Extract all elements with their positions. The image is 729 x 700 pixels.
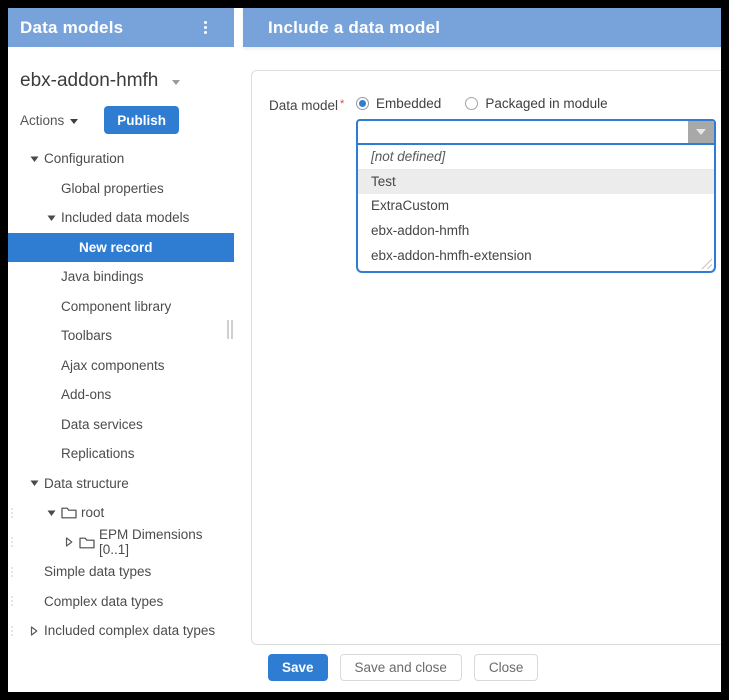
tree-item-label: Replications [61, 446, 135, 461]
dropdown-option-ebx-addon-hmfh-extension[interactable]: ebx-addon-hmfh-extension [358, 244, 714, 269]
folder-icon [79, 536, 99, 549]
tree-item-label: Configuration [44, 151, 124, 166]
data-models-panel: Data models ebx-addon-hmfh Actions Publi… [8, 8, 234, 692]
field-label-text: Data model [269, 98, 338, 113]
drag-handle-icon [11, 567, 13, 577]
actions-label: Actions [20, 113, 64, 128]
triangle-down-icon [696, 129, 706, 135]
tree-item-toolbars[interactable]: Toolbars [8, 321, 234, 351]
actions-menu-button[interactable]: Actions [20, 113, 78, 128]
tree-item-label: Data services [61, 417, 143, 432]
tree-item-java-bindings[interactable]: Java bindings [8, 262, 234, 292]
radio-unselected-icon [465, 97, 478, 110]
drag-handle-icon [11, 537, 13, 547]
radio-embedded-label: Embedded [376, 96, 441, 111]
tree-item-ajax-components[interactable]: Ajax components [8, 351, 234, 381]
dropdown-option-not-defined[interactable]: [not defined] [358, 145, 714, 170]
radio-embedded[interactable]: Embedded [356, 96, 441, 111]
close-button[interactable]: Close [474, 654, 539, 681]
tree-item-label: root [81, 505, 104, 520]
tree-item-label: Simple data types [44, 564, 151, 579]
tree-item-label: New record [79, 240, 153, 255]
tree-item-global-properties[interactable]: Global properties [8, 174, 234, 204]
tree-item-data-structure[interactable]: Data structure [8, 469, 234, 499]
tree-item-included-data-models[interactable]: Included data models [8, 203, 234, 233]
save-and-close-button[interactable]: Save and close [340, 654, 462, 681]
collapse-icon[interactable] [30, 155, 44, 163]
field-label: Data model* [269, 98, 344, 113]
dropdown-option-ebx-addon-hmfh[interactable]: ebx-addon-hmfh [358, 219, 714, 244]
chevron-down-icon [70, 119, 78, 124]
folder-icon [61, 506, 81, 519]
tree-item-configuration[interactable]: Configuration [8, 144, 234, 174]
panel-title: Data models [20, 18, 123, 38]
publish-button[interactable]: Publish [104, 106, 179, 134]
expand-icon[interactable] [30, 626, 44, 636]
kebab-menu-icon[interactable] [201, 18, 210, 37]
panel-resize-handle[interactable] [227, 320, 233, 339]
tree-item-label: Global properties [61, 181, 164, 196]
tree-item-new-record[interactable]: New record [8, 233, 234, 263]
navigation-tree: Configuration Global properties Included d… [8, 144, 234, 646]
radio-packaged-label: Packaged in module [485, 96, 607, 111]
drag-handle-icon [11, 626, 13, 636]
tree-item-label: Included data models [61, 210, 189, 225]
app-window: Data models ebx-addon-hmfh Actions Publi… [0, 0, 729, 700]
dropdown-option-test[interactable]: Test [358, 170, 714, 195]
dropdown-option-extracustom[interactable]: ExtraCustom [358, 194, 714, 219]
model-selector[interactable]: ebx-addon-hmfh [20, 70, 180, 92]
tree-item-included-complex-data-types[interactable]: Included complex data types [8, 616, 234, 646]
data-model-combobox[interactable] [356, 119, 716, 145]
main-header: Include a data model [243, 8, 721, 47]
form-panel: Data model* Embedded Packaged in module … [251, 70, 723, 645]
tree-item-label: Complex data types [44, 594, 163, 609]
drag-handle-icon [11, 596, 13, 606]
tree-item-label: Toolbars [61, 328, 112, 343]
expand-icon[interactable] [65, 537, 79, 547]
main-panel: Include a data model Data model* Embedde… [243, 8, 721, 692]
collapse-icon[interactable] [47, 509, 61, 517]
sidebar-header: Data models [8, 8, 234, 47]
radio-selected-icon [356, 97, 369, 110]
radio-packaged-in-module[interactable]: Packaged in module [465, 96, 607, 111]
page-title: Include a data model [268, 18, 440, 38]
required-marker: * [340, 98, 344, 110]
tree-item-replications[interactable]: Replications [8, 439, 234, 469]
collapse-icon[interactable] [30, 479, 44, 487]
tree-item-data-services[interactable]: Data services [8, 410, 234, 440]
combobox-dropdown-button[interactable] [688, 121, 714, 143]
tree-item-add-ons[interactable]: Add-ons [8, 380, 234, 410]
collapse-icon[interactable] [47, 214, 61, 222]
data-model-radio-group: Embedded Packaged in module [356, 96, 608, 111]
save-button[interactable]: Save [268, 654, 328, 681]
model-name: ebx-addon-hmfh [20, 70, 158, 92]
combobox-dropdown-list: [not defined]TestExtraCustomebx-addon-hm… [356, 145, 716, 273]
tree-item-root[interactable]: root [8, 498, 234, 528]
tree-item-simple-data-types[interactable]: Simple data types [8, 557, 234, 587]
drag-handle-icon [11, 508, 13, 518]
tree-item-complex-data-types[interactable]: Complex data types [8, 587, 234, 617]
button-bar: Save Save and close Close [268, 654, 538, 681]
tree-item-label: Ajax components [61, 358, 165, 373]
tree-item-epm-dimensions-0-1[interactable]: EPM Dimensions [0..1] [8, 528, 234, 558]
tree-item-label: Java bindings [61, 269, 144, 284]
tree-item-label: Component library [61, 299, 171, 314]
actions-row: Actions Publish [20, 106, 179, 134]
chevron-down-icon [172, 80, 180, 85]
tree-item-label: EPM Dimensions [0..1] [99, 527, 234, 557]
tree-item-label: Add-ons [61, 387, 111, 402]
tree-item-label: Included complex data types [44, 623, 215, 638]
tree-item-label: Data structure [44, 476, 129, 491]
tree-item-component-library[interactable]: Component library [8, 292, 234, 322]
